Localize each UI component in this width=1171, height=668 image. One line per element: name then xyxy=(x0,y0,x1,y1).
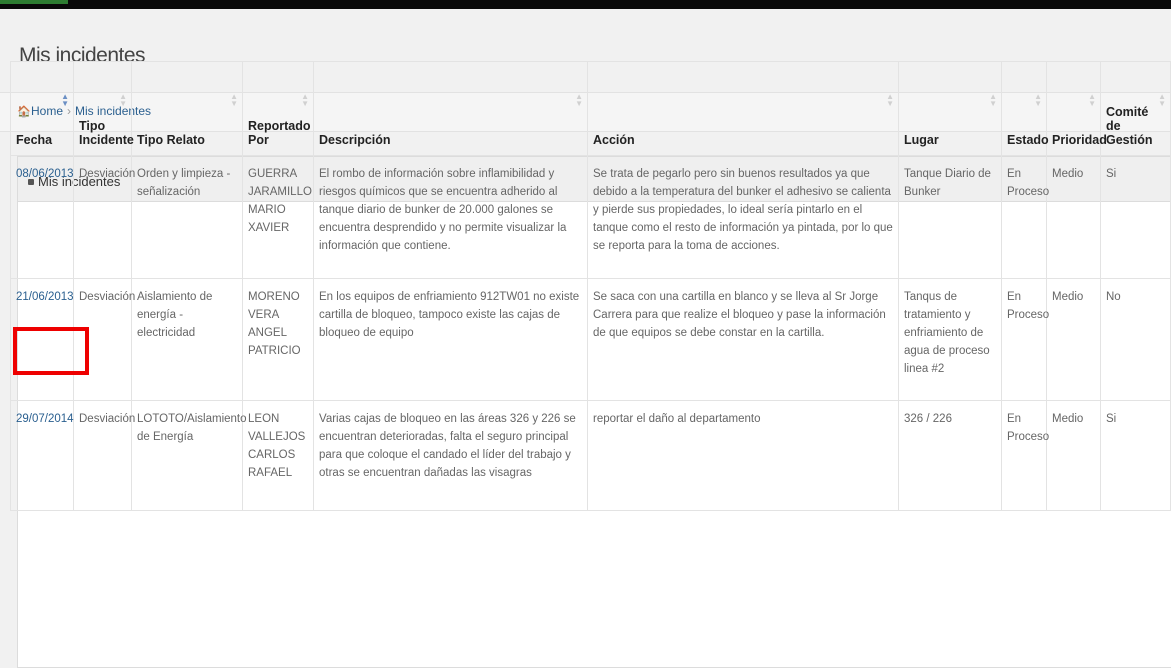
top-bar xyxy=(0,0,1171,9)
table-row: 29/07/2014 Desviación LOTOTO/Aislamiento… xyxy=(11,401,1171,511)
prioridad-cell: Medio xyxy=(1047,401,1101,511)
comite-cell: Si xyxy=(1101,401,1171,511)
fecha-link[interactable]: 29/07/2014 xyxy=(11,401,74,511)
sort-icon: ▲▼ xyxy=(886,93,894,107)
sort-icon: ▲▼ xyxy=(1034,93,1042,107)
accion-cell: Se trata de pegarlo pero sin buenos resu… xyxy=(588,156,899,279)
reportado-por-cell: LEON VALLEJOS CARLOS RAFAEL xyxy=(243,401,314,511)
column-header-lugar[interactable]: Lugar▲▼ xyxy=(899,62,1002,156)
column-header-accion[interactable]: Acción▲▼ xyxy=(588,62,899,156)
column-header-tipo-incidente[interactable]: Tipo Incidente▲▼ xyxy=(74,62,132,156)
incidents-table: Fecha▲▼ Tipo Incidente▲▼ Tipo Relato▲▼ R… xyxy=(10,61,1171,511)
column-header-estado[interactable]: Estado▲▼ xyxy=(1002,62,1047,156)
comite-cell: Si xyxy=(1101,156,1171,279)
descripcion-cell: Varias cajas de bloqueo en las áreas 326… xyxy=(314,401,588,511)
descripcion-cell: En los equipos de enfriamiento 912TW01 n… xyxy=(314,279,588,401)
reportado-por-cell: GUERRA JARAMILLO MARIO XAVIER xyxy=(243,156,314,279)
column-header-descripcion[interactable]: Descripción▲▼ xyxy=(314,62,588,156)
table-row: 08/06/2013 Desviación Orden y limpieza -… xyxy=(11,156,1171,279)
tipo-relato-cell: Aislamiento de energía - electricidad xyxy=(132,279,243,401)
column-header-fecha[interactable]: Fecha▲▼ xyxy=(11,62,74,156)
reportado-por-cell: MORENO VERA ANGEL PATRICIO xyxy=(243,279,314,401)
table-header-row: Fecha▲▼ Tipo Incidente▲▼ Tipo Relato▲▼ R… xyxy=(11,62,1171,156)
highlight-box xyxy=(13,327,89,375)
estado-cell: En Proceso xyxy=(1002,401,1047,511)
prioridad-cell: Medio xyxy=(1047,156,1101,279)
accion-cell: reportar el daño al departamento xyxy=(588,401,899,511)
column-header-reportado-por[interactable]: Reportado Por▲▼ xyxy=(243,62,314,156)
brand-strip xyxy=(0,0,68,4)
tipo-incidente-cell: Desviación xyxy=(74,156,132,279)
prioridad-cell: Medio xyxy=(1047,279,1101,401)
tipo-relato-cell: LOTOTO/Aislamiento de Energía xyxy=(132,401,243,511)
lugar-cell: Tanqus de tratamiento y enfriamiento de … xyxy=(899,279,1002,401)
fecha-link[interactable]: 08/06/2013 xyxy=(11,156,74,279)
tipo-incidente-cell: Desviación xyxy=(74,401,132,511)
estado-cell: En Proceso xyxy=(1002,156,1047,279)
column-header-tipo-relato[interactable]: Tipo Relato▲▼ xyxy=(132,62,243,156)
estado-cell: En Proceso xyxy=(1002,279,1047,401)
sort-icon: ▲▼ xyxy=(1088,93,1096,107)
sort-icon: ▲▼ xyxy=(989,93,997,107)
sort-icon: ▲▼ xyxy=(61,93,69,107)
column-header-prioridad[interactable]: Prioridad▲▼ xyxy=(1047,62,1101,156)
column-header-comite[interactable]: Comité de Gestión▲▼ xyxy=(1101,62,1171,156)
sort-icon: ▲▼ xyxy=(301,93,309,107)
tipo-relato-cell: Orden y limpieza - señalización xyxy=(132,156,243,279)
lugar-cell: Tanque Diario de Bunker xyxy=(899,156,1002,279)
accion-cell: Se saca con una cartilla en blanco y se … xyxy=(588,279,899,401)
descripcion-cell: El rombo de información sobre inflamibil… xyxy=(314,156,588,279)
lugar-cell: 326 / 226 xyxy=(899,401,1002,511)
sort-icon: ▲▼ xyxy=(1158,93,1166,107)
sort-icon: ▲▼ xyxy=(119,93,127,107)
sort-icon: ▲▼ xyxy=(575,93,583,107)
table-row: 21/06/2013 Desviación Aislamiento de ene… xyxy=(11,279,1171,401)
sort-icon: ▲▼ xyxy=(230,93,238,107)
comite-cell: No xyxy=(1101,279,1171,401)
